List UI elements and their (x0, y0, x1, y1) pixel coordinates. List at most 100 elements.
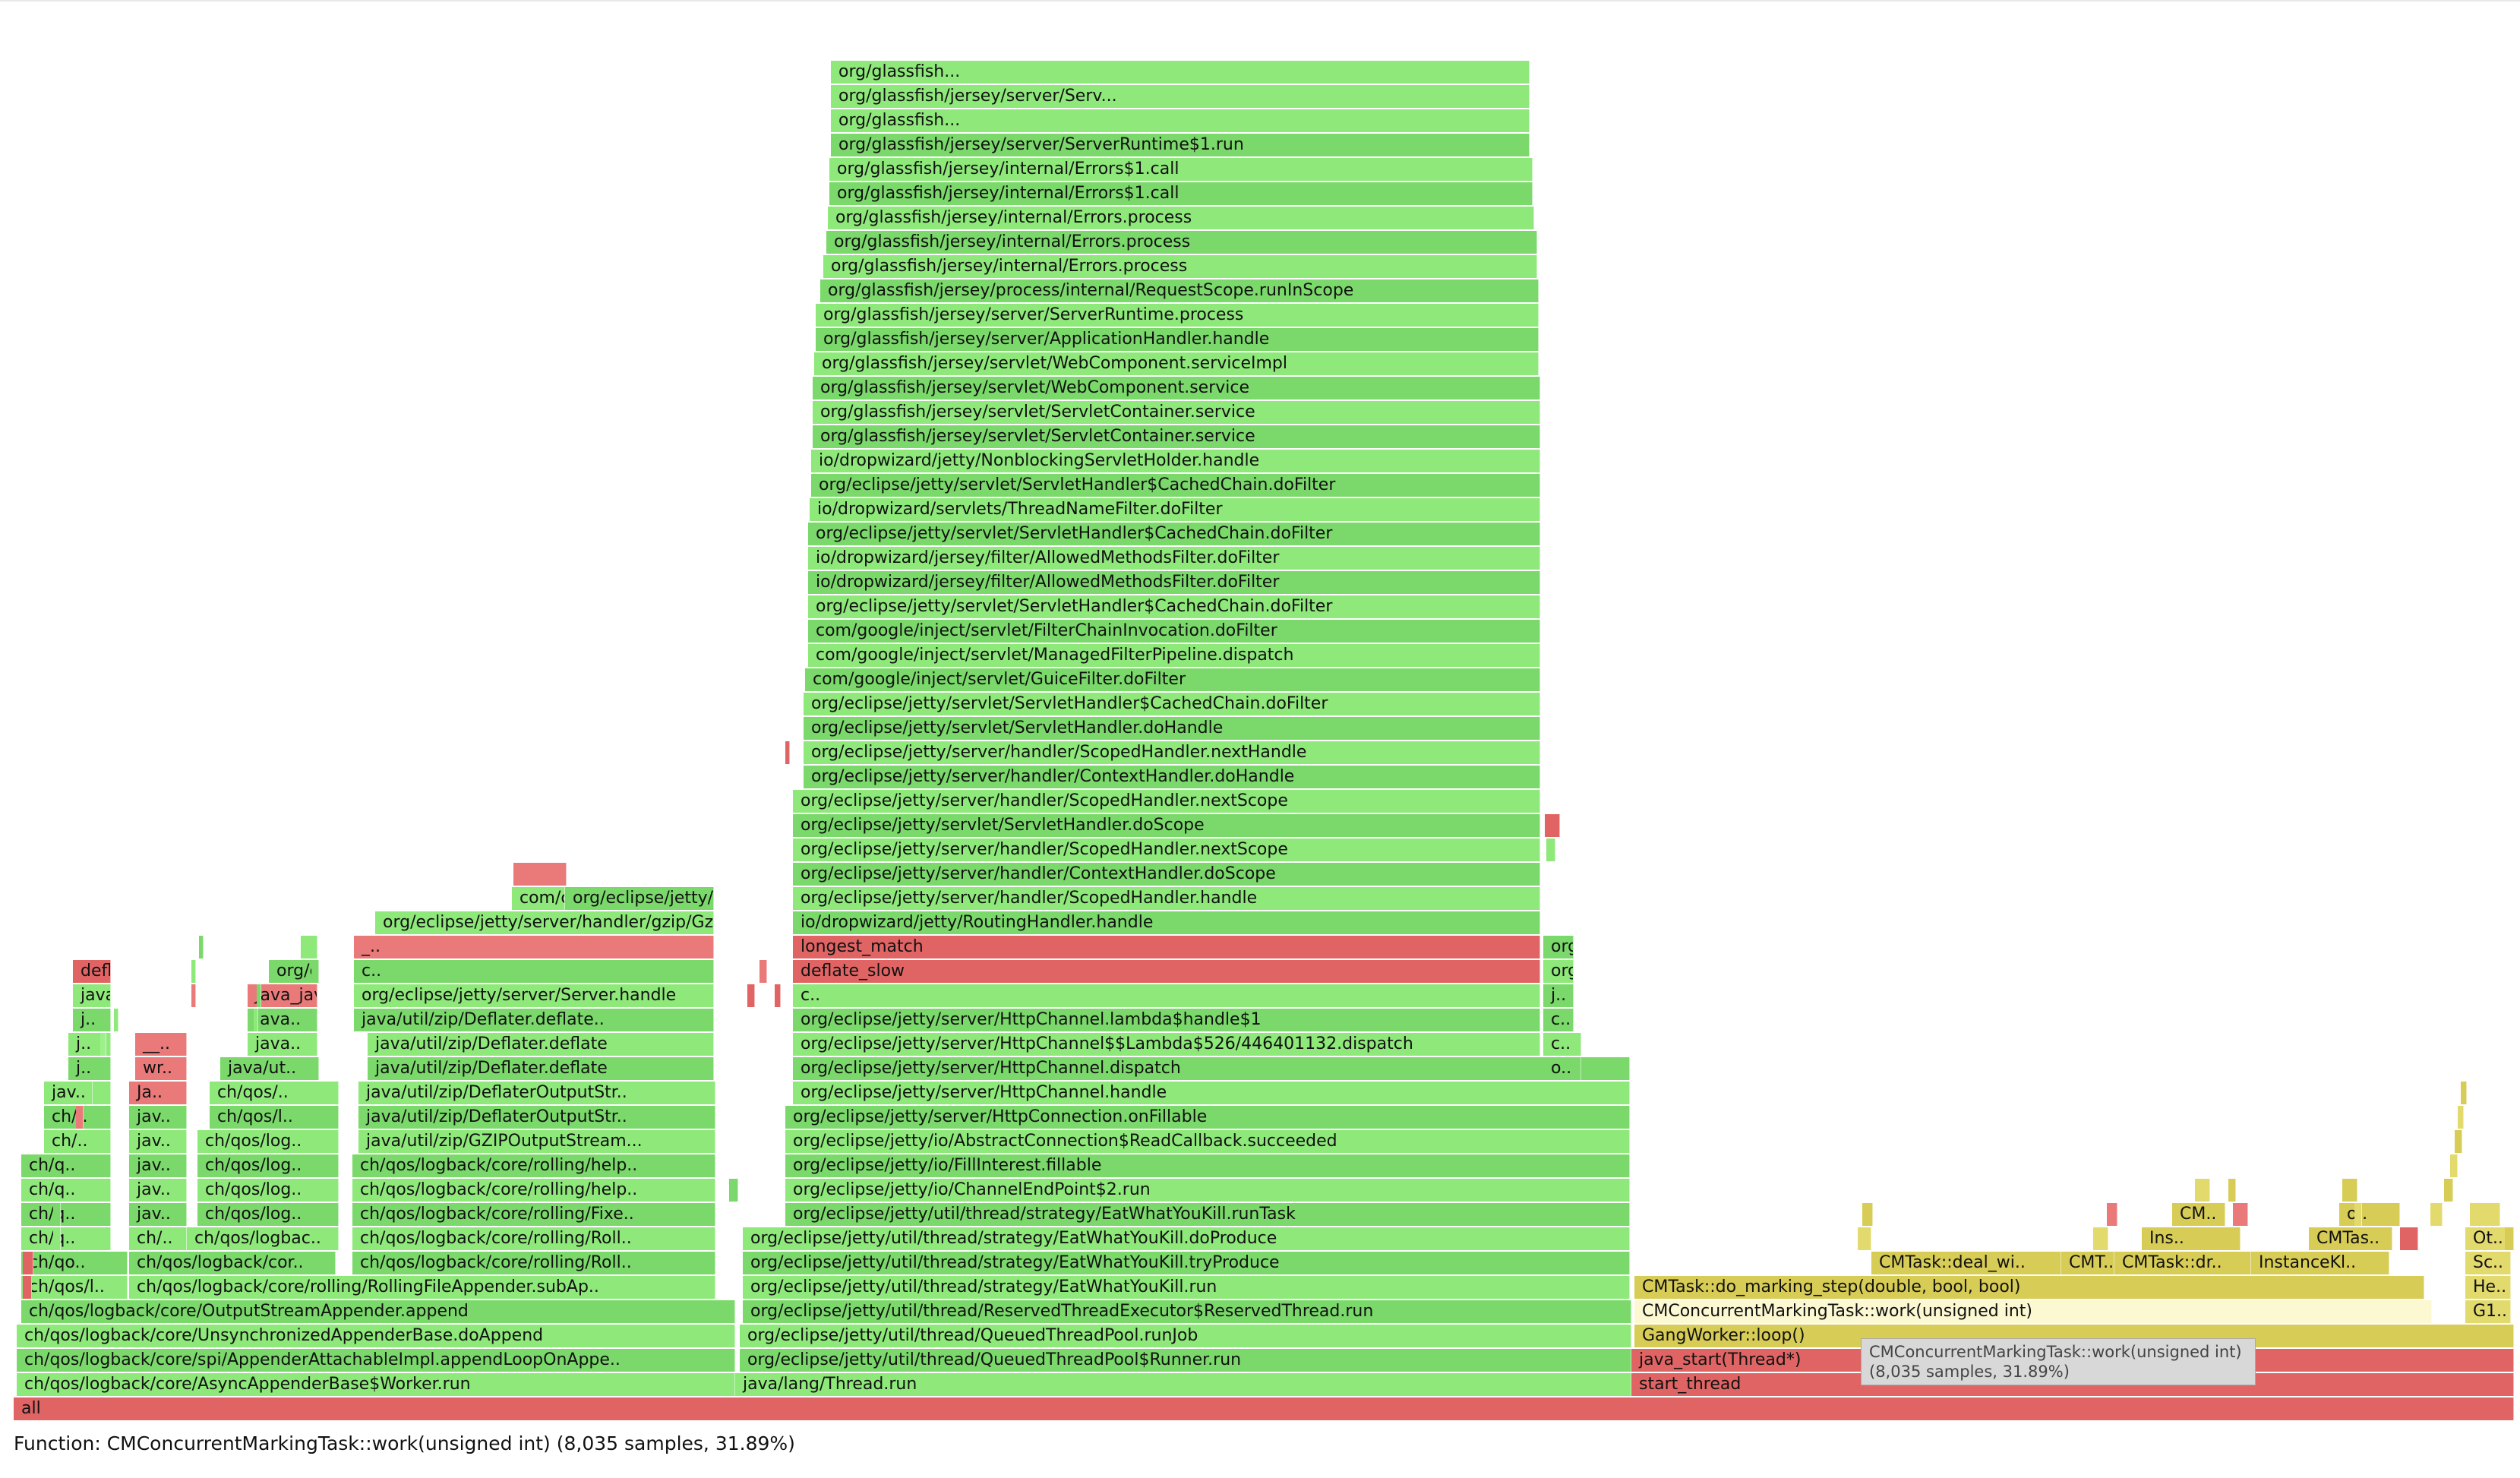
stack-frame-narrow[interactable] (257, 984, 261, 1007)
stack-frame[interactable]: CMTask::deal_wi.. (1871, 1252, 2061, 1274)
stack-frame[interactable]: org/glassfish/jersey/servlet/WebComponen… (813, 377, 1540, 400)
stack-frame-narrow[interactable] (254, 1009, 258, 1031)
stack-frame[interactable]: ch/q.. (21, 1179, 111, 1202)
stack-frame[interactable]: com/google/inject/servlet/FilterChainInv… (808, 620, 1540, 643)
stack-frame[interactable]: io/dropwizard/servlets/ThreadNameFilter.… (810, 498, 1540, 521)
stack-frame[interactable]: o.. (2339, 1203, 2400, 1226)
stack-frame-narrow[interactable] (2505, 1227, 2514, 1250)
stack-frame[interactable]: io/dropwizard/jetty/RoutingHandler.handl… (793, 911, 1540, 934)
stack-frame[interactable]: CMConcurrentMarkingTask::work(unsigned i… (1634, 1300, 2432, 1323)
stack-frame-narrow[interactable] (2228, 1179, 2236, 1202)
stack-frame[interactable]: org/glassfish/jersey/server/ApplicationH… (816, 328, 1539, 351)
stack-frame-narrow[interactable] (2450, 1154, 2458, 1177)
stack-frame[interactable]: com/google/inject/servlet/GuiceFilter.do… (805, 668, 1540, 691)
stack-frame[interactable]: ch/qos/l.. (21, 1276, 128, 1299)
stack-frame[interactable]: jav.. (129, 1130, 187, 1153)
stack-frame[interactable]: org/glassfish/jersey/server/Serv... (831, 85, 1530, 108)
stack-frame-narrow[interactable] (191, 984, 196, 1007)
stack-frame[interactable]: org/eclipse/jetty/server/handler/ScopedH… (793, 838, 1540, 861)
stack-frame[interactable]: org/eclipse/jetty/util/thread/strategy/E… (785, 1203, 1630, 1226)
stack-frame[interactable]: org/eclipse/jetty/io/ChannelEndPoint$2.r… (785, 1179, 1630, 1202)
stack-frame[interactable]: jav.. (44, 1082, 111, 1104)
stack-frame[interactable]: ch/qos/logback/core/OutputStreamAppender… (21, 1300, 735, 1323)
stack-frame[interactable]: wr.. (135, 1057, 187, 1080)
stack-frame[interactable]: ch/qos/l.. (210, 1106, 339, 1129)
stack-frame[interactable]: He.. (2465, 1276, 2511, 1299)
stack-frame[interactable]: ch/qos/log.. (197, 1154, 339, 1177)
stack-frame[interactable]: Ja.. (129, 1082, 187, 1104)
stack-frame[interactable]: org/glassfish/jersey/servlet/ServletCont… (813, 425, 1540, 448)
stack-frame[interactable]: ch/.. (44, 1130, 111, 1153)
stack-frame[interactable]: org/glassfish/jersey/internal/Errors.pro… (826, 231, 1537, 254)
stack-frame[interactable]: c.. (354, 960, 714, 983)
stack-frame[interactable]: java/util/zip/Deflater.deflate (368, 1057, 714, 1080)
stack-frame[interactable]: org/eclipse/jetty/server/HttpChannel.han… (793, 1082, 1630, 1104)
stack-frame[interactable]: ch/qos/logbac.. (187, 1227, 339, 1250)
stack-frame[interactable]: ch/qos/logback/core/rolling/RollingFileA… (129, 1276, 715, 1299)
stack-frame-narrow[interactable] (87, 1082, 93, 1104)
stack-frame[interactable]: org/eclipse/jetty/servlet/ServletHandler… (808, 595, 1540, 618)
stack-frame[interactable]: org/eclipse/jetty/server/handler/ScopedH… (793, 790, 1540, 813)
stack-frame[interactable]: org/eclipse/jetty/io/AbstractConnection$… (785, 1130, 1630, 1153)
stack-frame[interactable]: InstanceKl.. (2251, 1252, 2389, 1274)
stack-frame[interactable]: CMT.. (2061, 1252, 2114, 1274)
stack-frame[interactable]: io/dropwizard/jersey/filter/AllowedMetho… (808, 547, 1540, 570)
stack-frame[interactable]: org/eclipse/jetty/server/handler/Context… (793, 863, 1540, 886)
stack-frame[interactable]: ch/qos/logback/core/rolling/Roll.. (352, 1252, 715, 1274)
stack-frame-narrow[interactable] (76, 1106, 84, 1129)
stack-frame[interactable]: ch/qos/.. (210, 1082, 339, 1104)
stack-frame-narrow[interactable] (301, 936, 317, 958)
stack-frame-narrow[interactable] (23, 1252, 33, 1274)
stack-frame[interactable]: CMTask::dr.. (2114, 1252, 2251, 1274)
stack-frame[interactable]: org/eclipse/jetty/io/FillInterest.fillab… (785, 1154, 1630, 1177)
stack-frame-narrow[interactable] (747, 984, 755, 1007)
stack-frame-narrow[interactable] (311, 960, 319, 983)
stack-frame[interactable]: org/eclipse/jetty/servlet/ServletHandler… (804, 693, 1540, 715)
stack-frame[interactable]: org/glassfish... (831, 61, 1530, 84)
stack-frame-narrow[interactable] (2455, 1130, 2462, 1153)
stack-frame[interactable]: ch/q.. (21, 1227, 111, 1250)
stack-frame[interactable]: longest_match (793, 936, 1540, 958)
stack-frame[interactable]: CMTask::do_marking_step(double, bool, bo… (1634, 1276, 2424, 1299)
stack-frame[interactable]: org/eclipse/jetty/util/thread/QueuedThre… (740, 1325, 1631, 1347)
stack-frame-narrow[interactable] (1545, 814, 1560, 837)
stack-frame[interactable]: org/eclipse/jetty/servlet/ServletHandler… (808, 523, 1540, 545)
stack-frame[interactable]: org/eclipse/jetty/util/thread/strategy/E… (743, 1252, 1630, 1274)
stack-frame[interactable]: org/eclipse/jetty/servlet/ServletHandler… (804, 717, 1540, 740)
stack-frame[interactable]: org/eclipse/jetty/server/handler/Handler… (269, 960, 317, 983)
stack-frame[interactable]: org/glassfish/jersey/internal/Errors$1.c… (829, 158, 1533, 181)
stack-frame[interactable]: ch/qos/logback/core/rolling/Fixe.. (352, 1203, 715, 1226)
stack-frame-narrow[interactable] (100, 1033, 106, 1056)
stack-frame-narrow[interactable] (2461, 1082, 2467, 1104)
stack-frame[interactable]: j.. (73, 1009, 111, 1031)
stack-frame-narrow[interactable] (1858, 1227, 1871, 1250)
stack-frame[interactable]: org/glassfish/jersey/servlet/WebComponen… (814, 352, 1539, 375)
stack-frame-narrow[interactable] (759, 960, 767, 983)
stack-frame-narrow[interactable] (2342, 1179, 2357, 1202)
stack-frame[interactable]: org/eclipse/jetty/server/handler/Request… (1543, 936, 1574, 958)
stack-frame[interactable]: org/eclipse/jetty/server/HttpChannel.dis… (793, 1057, 1630, 1080)
stack-frame[interactable]: ch/qos/logback/core/AsyncAppenderBase$Wo… (17, 1373, 735, 1396)
stack-frame[interactable]: java.. (248, 1033, 317, 1056)
stack-frame-narrow[interactable] (53, 1227, 61, 1250)
stack-frame[interactable]: org/eclipse/jetty/util/thread/ReservedTh… (743, 1300, 1631, 1323)
stack-frame[interactable]: ch/qos/logback/core/rolling/help.. (352, 1179, 715, 1202)
stack-frame[interactable]: all (14, 1397, 2514, 1420)
stack-frame-narrow[interactable] (114, 1009, 118, 1031)
stack-frame[interactable]: org/eclipse/jetty/server/HttpChannel$$La… (793, 1033, 1540, 1056)
stack-frame[interactable]: org/eclipse/jetty/servlet/ServletHandler… (811, 474, 1540, 497)
stack-frame[interactable]: java/ut.. (220, 1057, 319, 1080)
stack-frame[interactable]: java.. (73, 984, 111, 1007)
stack-frame-narrow[interactable] (775, 984, 781, 1007)
stack-frame[interactable]: jav.. (129, 1154, 187, 1177)
stack-frame-narrow[interactable] (2233, 1203, 2248, 1226)
stack-frame[interactable]: ch/qos/log.. (197, 1130, 339, 1153)
stack-frame[interactable]: org/eclipse/jetty/server/handler/Context… (804, 766, 1540, 788)
stack-frame-narrow[interactable] (513, 863, 567, 886)
stack-frame[interactable]: org/eclipse/jetty/server/HttpConnection.… (785, 1106, 1630, 1129)
stack-frame[interactable]: org/eclipse/jetty/server/handler/gzip/Gz… (375, 911, 714, 934)
stack-frame[interactable]: ch/qos/logback/cor.. (129, 1252, 336, 1274)
stack-frame[interactable]: ch/qos/logback/core/UnsynchronizedAppend… (17, 1325, 735, 1347)
stack-frame[interactable]: io/dropwizard/jetty/NonblockingServletHo… (811, 450, 1540, 472)
stack-frame[interactable]: jav.. (129, 1106, 187, 1129)
